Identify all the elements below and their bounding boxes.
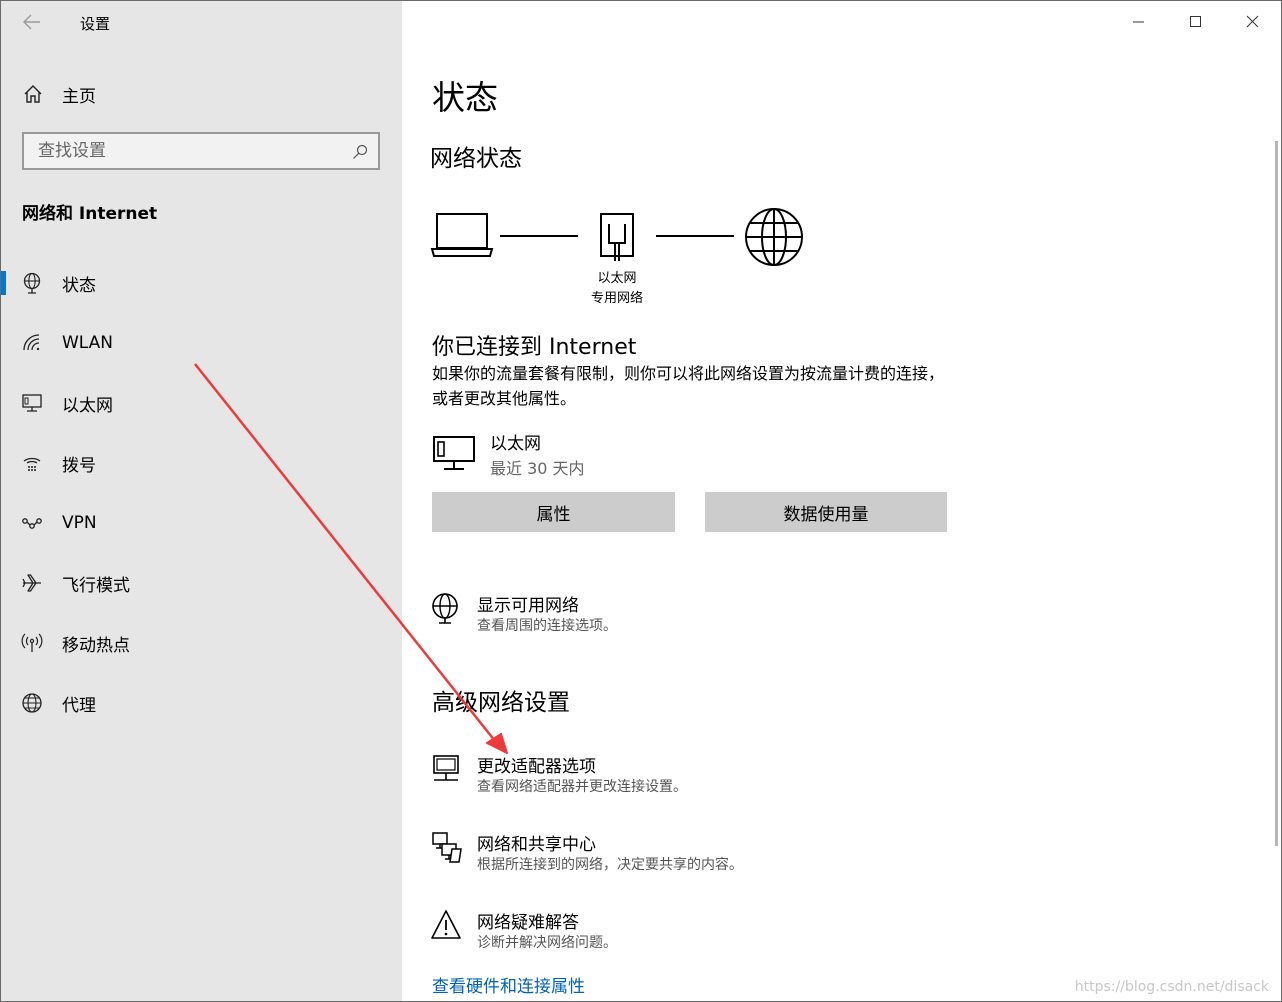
sidebar-item-label: 状态 [62,275,96,296]
home-nav-item[interactable]: 主页 [22,81,96,107]
network-troubleshooter-item[interactable]: 网络疑难解答 诊断并解决网络问题。 [430,908,1030,958]
globe-icon [22,693,42,713]
network-sharing-center-title: 网络和共享中心 [477,835,596,855]
close-icon [1246,15,1259,28]
airplane-icon [22,574,41,592]
laptop-icon [430,213,494,257]
maximize-icon [1190,16,1201,27]
sidebar: 设置 主页 网络和 Internet 状态 [1,1,402,1001]
search-icon[interactable] [352,144,368,160]
search-input[interactable] [38,141,338,161]
sidebar-section-title: 网络和 Internet [22,204,158,224]
main-content: 状态 网络状态 以太网 专用网络 你已连接到 Internet 如果你的流量套餐… [402,1,1281,1001]
show-networks-item[interactable]: 显示可用网络 查看周围的连接选项。 [430,591,1030,641]
sidebar-item-hotspot[interactable]: 移动热点 [1,621,402,665]
settings-window: 设置 主页 网络和 Internet 状态 [0,0,1282,1002]
sidebar-item-vpn[interactable]: VPN [1,501,402,545]
internet-globe-icon [745,208,803,266]
hardware-properties-link[interactable]: 查看硬件和连接属性 [432,972,585,997]
sidebar-item-status[interactable]: 状态 [1,261,402,305]
home-icon [24,85,42,103]
sidebar-item-label: 拨号 [62,455,96,476]
minimize-icon [1133,21,1144,23]
sidebar-item-label: 代理 [62,695,96,716]
network-troubleshooter-title: 网络疑难解答 [477,913,579,933]
dialup-icon [23,457,41,471]
vpn-icon [22,518,42,529]
sidebar-item-airplane[interactable]: 飞行模式 [1,561,402,605]
window-controls [1110,1,1281,41]
back-arrow-icon[interactable] [21,11,43,33]
sidebar-item-dialup[interactable]: 拨号 [1,441,402,485]
maximize-button[interactable] [1167,1,1224,41]
network-diagram: 以太网 专用网络 [430,208,803,306]
sidebar-item-label: VPN [62,513,97,533]
network-sharing-center-desc: 根据所连接到的网络，决定要共享的内容。 [477,857,743,873]
close-button[interactable] [1224,1,1281,41]
ethernet-pc-icon [433,436,475,470]
data-usage-button[interactable]: 数据使用量 [705,492,947,532]
properties-button[interactable]: 属性 [432,492,675,532]
diagram-network-type-label: 专用网络 [591,290,643,306]
sidebar-item-wlan[interactable]: WLAN [1,321,402,365]
sidebar-item-label: 以太网 [62,395,113,416]
advanced-settings-heading: 高级网络设置 [432,690,570,716]
network-status-heading: 网络状态 [430,146,522,172]
wifi-icon [23,334,40,351]
sidebar-item-label: 移动热点 [62,635,130,656]
network-sharing-center-item[interactable]: 网络和共享中心 根据所连接到的网络，决定要共享的内容。 [430,830,1030,880]
connected-description: 如果你的流量套餐有限制，则你可以将此网络设置为按流量计费的连接，或者更改其他属性… [432,364,945,408]
sidebar-item-label: 飞行模式 [62,575,130,596]
change-adapter-options-desc: 查看网络适配器并更改连接设置。 [477,779,687,795]
connection-name: 以太网 [490,434,541,454]
adapter-monitor-icon [433,755,459,781]
home-label: 主页 [62,86,96,107]
page-title: 状态 [432,78,498,117]
minimize-button[interactable] [1110,1,1167,41]
show-networks-desc: 查看周围的连接选项。 [477,618,617,634]
connected-heading: 你已连接到 Internet [432,335,637,360]
watermark: https://blog.csdn.net/disack [1074,979,1269,995]
ethernet-adapter-icon [600,213,634,261]
sharing-center-icon [432,832,462,863]
change-adapter-options-title: 更改适配器选项 [477,757,596,777]
warning-icon [431,910,461,939]
network-troubleshooter-desc: 诊断并解决网络问题。 [477,935,617,951]
ethernet-icon [22,394,42,412]
sidebar-item-ethernet[interactable]: 以太网 [1,381,402,425]
search-box[interactable] [22,132,380,170]
diagram-adapter-label: 以太网 [597,271,636,286]
sidebar-item-label: WLAN [62,333,114,353]
globe-network-icon [432,593,458,624]
scrollbar[interactable] [1275,141,1278,846]
hotspot-icon [21,633,43,652]
window-title: 设置 [80,15,111,33]
show-networks-title: 显示可用网络 [477,596,579,616]
globe-status-icon [23,272,41,294]
sidebar-item-proxy[interactable]: 代理 [1,681,402,725]
connection-usage: 最近 30 天内 [490,459,585,478]
change-adapter-options-item[interactable]: 更改适配器选项 查看网络适配器并更改连接设置。 [430,752,1030,802]
